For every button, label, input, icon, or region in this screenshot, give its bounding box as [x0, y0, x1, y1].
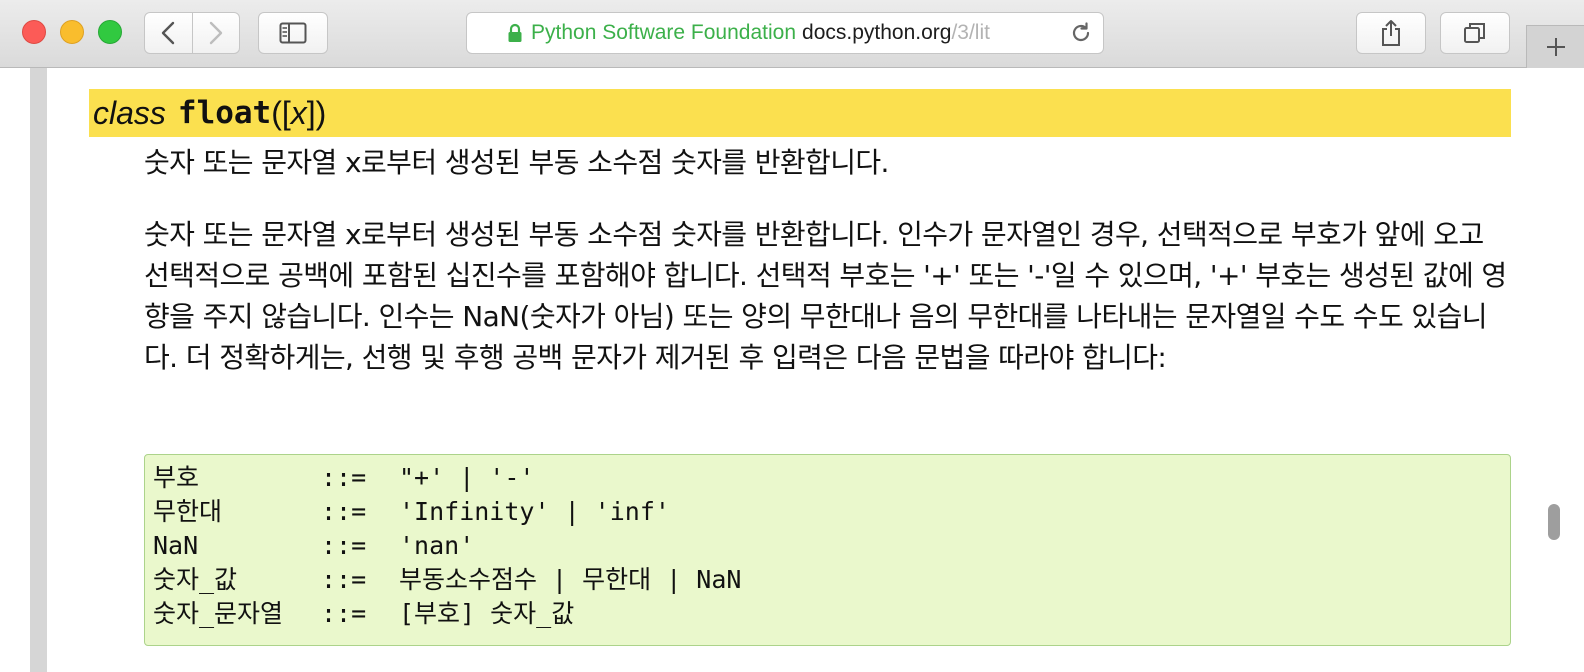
scrollbar-thumb[interactable] [1548, 504, 1560, 540]
function-signature: class float ([x]) [89, 89, 1511, 137]
sidebar-edge [30, 68, 47, 672]
sidebar-button[interactable] [258, 12, 328, 54]
forward-button[interactable] [191, 13, 240, 53]
grammar-operator: ::= [321, 599, 367, 628]
page-content: class float ([x]) 숫자 또는 문자열 x로부터 생성된 부동 … [0, 68, 1584, 672]
grammar-operator: ::= [321, 497, 367, 526]
signature-arg: x [290, 94, 307, 131]
close-window-button[interactable] [22, 20, 46, 44]
chevron-left-icon [162, 21, 175, 45]
back-button[interactable] [145, 13, 192, 53]
grammar-name: 무한대 [153, 497, 223, 526]
grammar-line: NaN::= 'nan' [153, 529, 1510, 563]
grammar-line: 무한대::= 'Infinity' | 'inf' [153, 495, 1510, 529]
grammar-code-block: 부호::= "+' | '-' 무한대::= 'Infinity' | 'inf' … [144, 454, 1511, 646]
certificate-organization: Python Software Foundation [531, 21, 797, 44]
browser-toolbar: Python Software Foundation docs.python.or… [0, 0, 1584, 68]
grammar-operator: ::= [321, 565, 367, 594]
chevron-right-icon [209, 21, 222, 45]
grammar-name: 부호 [153, 463, 200, 492]
plus-icon [1546, 38, 1565, 56]
address-bar[interactable]: Python Software Foundation docs.python.or… [466, 12, 1104, 54]
grammar-name: NaN [153, 531, 199, 560]
grammar-line: 부호::= "+' | '-' [153, 461, 1510, 495]
grammar-name: 숫자_문자열 [153, 599, 284, 628]
grammar-rule: "+' | '-' [399, 463, 535, 492]
sidebar-icon [279, 22, 307, 44]
address-text: Python Software Foundation docs.python.or… [531, 13, 1091, 53]
share-button[interactable] [1356, 12, 1426, 54]
signature-name: float [177, 95, 272, 131]
browser-window: Python Software Foundation docs.python.or… [0, 0, 1584, 672]
minimize-window-button[interactable] [60, 20, 84, 44]
signature-close: ]) [306, 94, 327, 131]
signature-keyword: class [93, 94, 166, 131]
signature-open: ([ [271, 94, 291, 131]
url-path: /3/lit [951, 21, 990, 44]
description-paragraph: 숫자 또는 문자열 x로부터 생성된 부동 소수점 숫자를 반환합니다. 인수가… [144, 218, 1507, 374]
new-tab-button[interactable] [1526, 25, 1584, 68]
grammar-rule: 'nan' [399, 531, 475, 560]
grammar-operator: ::= [321, 531, 367, 560]
share-icon [1382, 20, 1400, 46]
summary-paragraph: 숫자 또는 문자열 x로부터 생성된 부동 소수점 숫자를 반환합니다. [144, 146, 889, 179]
navigation-buttons [144, 12, 240, 54]
show-tabs-button[interactable] [1440, 12, 1510, 54]
grammar-name: 숫자_값 [153, 565, 238, 594]
grammar-operator: ::= [321, 463, 367, 492]
zoom-window-button[interactable] [98, 20, 122, 44]
url-domain: docs.python.org [802, 21, 952, 44]
grammar-line: 숫자_문자열::= [부호] 숫자_값 [153, 597, 1510, 631]
grammar-line: 숫자_값::= 부동소수점수 | 무한대 | NaN [153, 563, 1510, 597]
grammar-rule: 부동소수점수 | 무한대 | NaN [399, 565, 742, 594]
grammar-rule: [부호] 숫자_값 [399, 599, 575, 628]
grammar-rule: 'Infinity' | 'inf' [399, 497, 670, 526]
lock-icon [508, 23, 522, 42]
tabs-icon [1464, 23, 1485, 43]
reload-icon[interactable] [1069, 21, 1093, 45]
